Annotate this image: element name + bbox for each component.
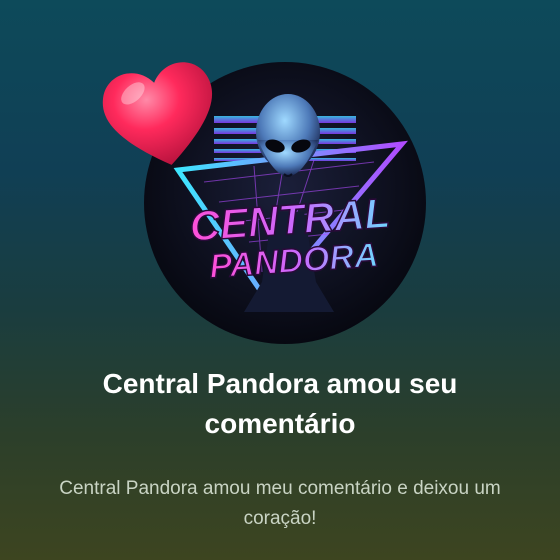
- notification-message: Central Pandora amou meu comentário e de…: [59, 478, 501, 529]
- notification-title: Central Pandora amou seu comentário: [102, 368, 458, 439]
- heart-icon: [94, 48, 228, 182]
